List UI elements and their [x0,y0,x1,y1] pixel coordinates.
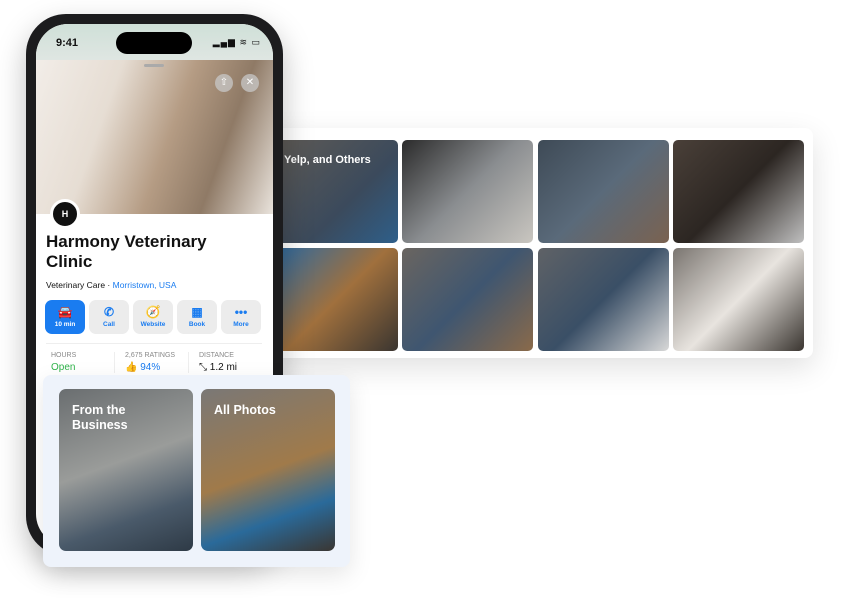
book-button[interactable]: ▦ Book [177,300,217,334]
signal-wifi-battery-icon: ▂▄▆ ≋ ▭ [212,37,261,47]
photo-gallery-card: Yelp, and Others [262,128,813,358]
stat-distance: DISTANCE ⤡ 1.2 mi [188,352,262,373]
button-label: Call [103,321,115,328]
stat-ratings[interactable]: 2,675 RATINGS 👍 94% [114,352,188,373]
place-stats: HOURS Open 2,675 RATINGS 👍 94% DISTANCE ⤡ 1… [46,352,262,373]
stat-value: Open [51,362,76,373]
place-location-link[interactable]: Morristown, USA [113,280,177,290]
more-icon: ••• [234,305,248,319]
photo[interactable] [276,248,398,351]
button-label: Book [188,321,206,328]
action-buttons: 🚘 10 min ✆ Call 🧭 Website ▦ Book ••• More [45,300,261,334]
photo[interactable] [538,140,669,243]
phone-icon: ✆ [103,305,115,319]
share-icon[interactable]: ⇧ [215,74,233,92]
photo-categories-card: From the Business All Photos [43,375,350,567]
tile-label: All Photos [214,403,276,417]
call-button[interactable]: ✆ Call [89,300,129,334]
tile-from-the-business[interactable]: From the Business [59,389,193,551]
sheet-grabber[interactable] [144,64,164,67]
status-bar: 9:41 ▂▄▆ ≋ ▭ [36,24,273,60]
photo[interactable] [538,248,669,351]
compass-icon: 🧭 [145,305,161,319]
photo[interactable] [673,140,804,243]
dynamic-island [116,32,192,54]
photo[interactable] [402,248,533,351]
place-category: Veterinary Care [46,280,106,290]
website-button[interactable]: 🧭 Website [133,300,173,334]
gallery-caption: Yelp, and Others [284,154,371,166]
stat-label: 2,675 RATINGS [125,352,176,359]
calendar-icon: ▦ [191,305,203,319]
photo[interactable] [673,248,804,351]
photo[interactable] [402,140,533,243]
photo[interactable]: Yelp, and Others [276,140,398,243]
hero-photo[interactable]: ⇧ ✕ [36,60,273,214]
button-label: Website [140,321,166,328]
tile-all-photos[interactable]: All Photos [201,389,335,551]
car-icon: 🚘 [57,305,73,319]
directions-button[interactable]: 🚘 10 min [45,300,85,334]
business-logo: H [50,199,80,229]
more-button[interactable]: ••• More [221,300,261,334]
status-time: 9:41 [56,37,79,49]
stat-value: ⤡ 1.2 mi [199,362,238,373]
button-label: More [233,321,249,328]
stat-label: HOURS [51,352,77,359]
divider [46,343,262,344]
separator: · [105,280,113,290]
place-title: Harmony Veterinary Clinic [46,232,207,271]
stat-hours: HOURS Open [46,352,114,373]
place-subtitle: Veterinary Care · Morristown, USA [46,280,176,290]
stat-label: DISTANCE [199,352,234,359]
stat-value: 👍 94% [125,362,161,373]
close-icon[interactable]: ✕ [241,74,259,92]
tile-label: From the Business [72,403,128,432]
button-label: 10 min [54,321,76,328]
